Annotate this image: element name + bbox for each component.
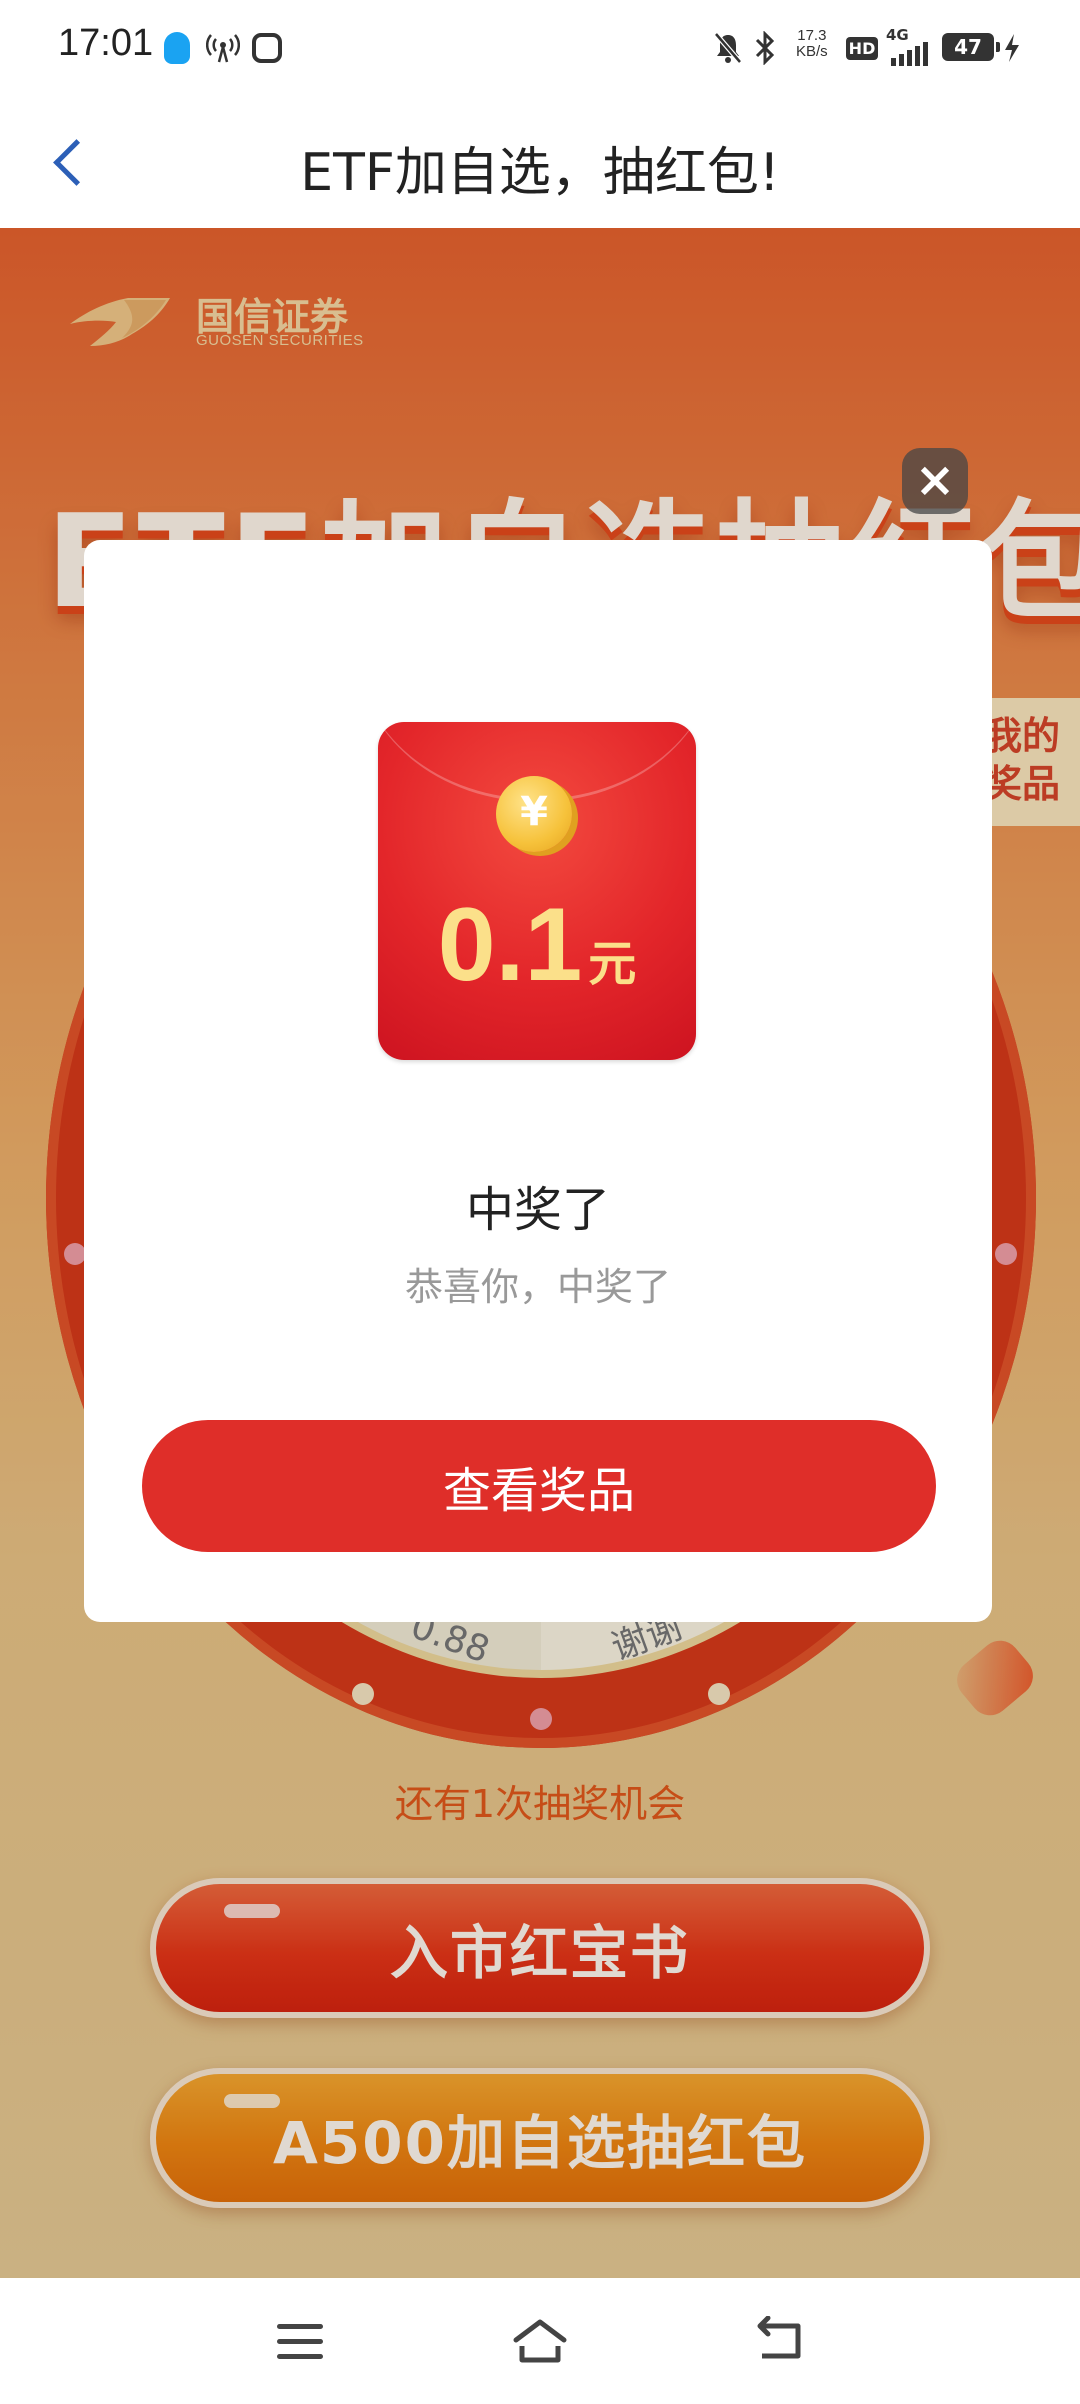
prize-modal: ¥ 0.1 元 中奖了 恭喜你，中奖了 查看奖品: [84, 540, 992, 1622]
back-icon[interactable]: [745, 2308, 815, 2374]
status-time: 17:01: [58, 22, 154, 64]
home-icon[interactable]: [505, 2308, 575, 2374]
hd-icon: HD: [845, 30, 879, 66]
close-icon[interactable]: ×: [902, 448, 968, 514]
coin-icon: ¥: [496, 776, 572, 852]
system-nav-bar: [0, 2278, 1080, 2404]
net-speed-value: 17.3: [797, 27, 827, 44]
battery-level: 47: [954, 35, 982, 59]
red-envelope: ¥ 0.1 元: [378, 722, 696, 1060]
nav-bar: ETF加自选，抽红包!: [0, 96, 1080, 228]
qq-icon: [160, 30, 194, 66]
modal-subtitle: 恭喜你，中奖了: [404, 1265, 671, 1309]
battery-icon: 47: [942, 33, 1000, 61]
net-speed-unit: KB/s: [796, 43, 828, 60]
status-bar: 17:01 17.3 KB/s HD 4G 47: [0, 0, 1080, 96]
page-title: ETF加自选，抽红包!: [300, 143, 780, 203]
hotspot-icon: [205, 30, 241, 66]
menu-icon[interactable]: [265, 2308, 335, 2374]
view-prize-label: 查看奖品: [442, 1463, 635, 1519]
signal-icon: [886, 30, 932, 66]
net-speed: 17.3 KB/s: [796, 28, 828, 60]
view-prize-button[interactable]: 查看奖品: [142, 1420, 936, 1552]
prize-amount-unit: 元: [588, 936, 637, 992]
prize-amount: 0.1 元: [378, 886, 696, 1005]
app-icon: [250, 30, 284, 66]
charging-icon: [1000, 30, 1024, 66]
bluetooth-icon: [750, 30, 780, 66]
modal-title: 中奖了: [465, 1182, 610, 1238]
prize-amount-value: 0.1: [437, 887, 583, 1003]
mute-icon: [710, 30, 746, 66]
hd-label: HD: [845, 36, 879, 60]
